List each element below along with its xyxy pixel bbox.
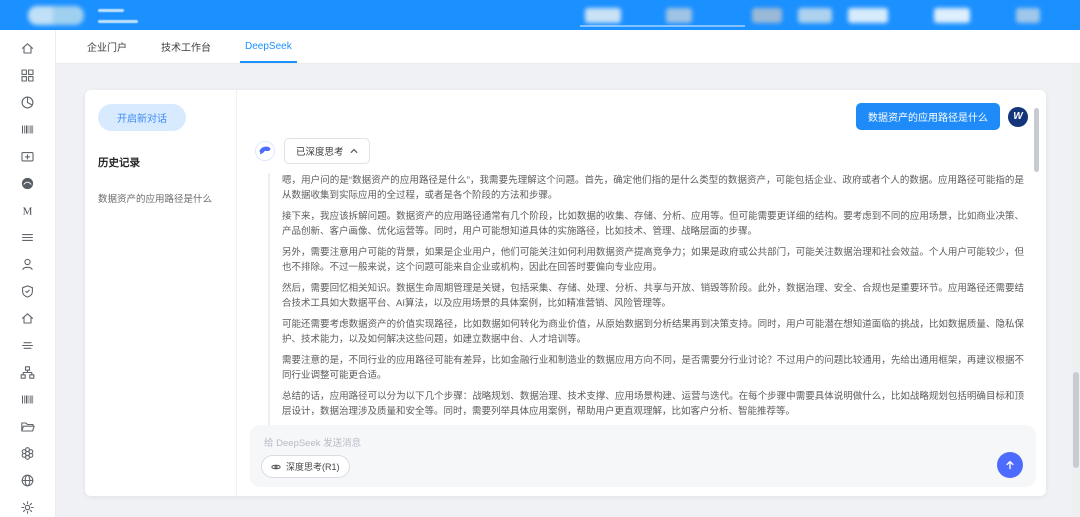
thought-toggle-button[interactable]: 已深度思考 bbox=[284, 138, 370, 164]
user-message-row: 数据资产的应用路径是什么 W bbox=[255, 103, 1028, 130]
dark-globe-icon[interactable] bbox=[20, 176, 35, 191]
folder-open-icon[interactable] bbox=[20, 419, 35, 434]
globe-icon[interactable] bbox=[20, 473, 35, 488]
shield-icon[interactable] bbox=[20, 284, 35, 299]
thought-toggle-label: 已深度思考 bbox=[296, 144, 344, 158]
thinking-paragraph: 接下来，我应该拆解问题。数据资产的应用路径通常有几个阶段，比如数据的收集、存储、… bbox=[282, 209, 1024, 239]
thinking-paragraph: 另外，需要注意用户可能的背景，如果是企业用户，他们可能关注如何利用数据资产提高竞… bbox=[282, 245, 1024, 275]
user-avatar-logo: W bbox=[1013, 111, 1022, 122]
chat-scrollbar-thumb[interactable] bbox=[1034, 108, 1039, 172]
svg-text:M: M bbox=[23, 206, 33, 218]
deepseek-chat-card: 开启新对话 历史记录 数据资产的应用路径是什么 数据资产的应用路径是什么 W 已… bbox=[85, 90, 1046, 496]
send-button[interactable] bbox=[997, 452, 1023, 478]
top-header-bar bbox=[0, 0, 1080, 30]
pie-chart-icon[interactable] bbox=[20, 95, 35, 110]
assistant-row: 已深度思考 bbox=[255, 138, 1028, 164]
list-icon[interactable] bbox=[20, 230, 35, 245]
header-nav-underline bbox=[580, 25, 745, 27]
page-scrollbar-thumb[interactable] bbox=[1073, 372, 1079, 468]
assistant-avatar bbox=[255, 141, 275, 161]
deepseek-whale-icon bbox=[258, 144, 272, 158]
thinking-paragraph: 需要注意的是，不同行业的应用路径可能有差异，比如金融行业和制造业的数据应用方向不… bbox=[282, 353, 1024, 383]
thinking-content: 嗯，用户问的是“数据资产的应用路径是什么”，我需要先理解这个问题。首先，确定他们… bbox=[268, 173, 1024, 429]
header-nav-item-blurred[interactable] bbox=[848, 8, 888, 23]
send-arrow-icon bbox=[1004, 459, 1016, 471]
app-logo bbox=[28, 6, 84, 25]
portal-tab[interactable]: 企业门户 bbox=[70, 30, 144, 63]
deep-think-label: 深度思考(R1) bbox=[286, 460, 340, 473]
thinking-paragraph: 嗯，用户问的是“数据资产的应用路径是什么”，我需要先理解这个问题。首先，确定他们… bbox=[282, 173, 1024, 203]
main-content: 开启新对话 历史记录 数据资产的应用路径是什么 数据资产的应用路径是什么 W 已… bbox=[56, 64, 1080, 517]
portal-tab[interactable]: 技术工作台 bbox=[144, 30, 228, 63]
flower-icon[interactable] bbox=[20, 446, 35, 461]
tab-label: DeepSeek bbox=[245, 41, 292, 52]
gear-icon[interactable] bbox=[20, 500, 35, 515]
portal-tab[interactable]: DeepSeek bbox=[228, 30, 309, 63]
video-add-icon[interactable] bbox=[20, 149, 35, 164]
new-chat-button[interactable]: 开启新对话 bbox=[98, 104, 186, 131]
thinking-paragraph: 可能还需要考虑数据资产的价值实现路径，比如数据如何转化为商业价值，从原始数据到分… bbox=[282, 317, 1024, 347]
letter-m-icon[interactable]: M bbox=[20, 203, 35, 218]
header-nav-item-blurred[interactable] bbox=[934, 8, 970, 23]
chat-history-panel: 开启新对话 历史记录 数据资产的应用路径是什么 bbox=[85, 90, 237, 496]
left-icon-sidebar: M bbox=[0, 30, 56, 517]
history-title: 历史记录 bbox=[98, 155, 223, 170]
user-icon[interactable] bbox=[20, 257, 35, 272]
barcode-icon[interactable] bbox=[20, 122, 35, 137]
barcode-alt-icon[interactable] bbox=[20, 392, 35, 407]
deep-think-toggle[interactable]: 深度思考(R1) bbox=[261, 455, 350, 478]
history-item[interactable]: 数据资产的应用路径是什么 bbox=[98, 191, 223, 205]
thinking-paragraph: 总结的话，应用路径可以分为以下几个步骤：战略规划、数据治理、技术支撑、应用场景构… bbox=[282, 389, 1024, 419]
header-nav-item-blurred[interactable] bbox=[585, 8, 621, 23]
chevron-up-icon bbox=[350, 147, 358, 155]
message-input-box[interactable]: 给 DeepSeek 发送消息 深度思考(R1) bbox=[250, 425, 1036, 487]
home-alt-icon[interactable] bbox=[20, 311, 35, 326]
layers-icon[interactable] bbox=[20, 338, 35, 353]
deep-think-icon bbox=[271, 462, 281, 472]
header-nav-item-blurred[interactable] bbox=[666, 8, 692, 23]
thinking-paragraph: 然后，需要回忆相关知识。数据生命周期管理是关键，包括采集、存储、处理、分析、共享… bbox=[282, 281, 1024, 311]
sitemap-icon[interactable] bbox=[20, 365, 35, 380]
tab-label: 企业门户 bbox=[87, 39, 127, 54]
header-nav-item-blurred[interactable] bbox=[1016, 8, 1040, 23]
user-message-bubble: 数据资产的应用路径是什么 bbox=[856, 103, 1000, 130]
user-avatar: W bbox=[1008, 107, 1028, 127]
header-nav-item-blurred[interactable] bbox=[798, 8, 832, 23]
header-nav-item-blurred[interactable] bbox=[752, 8, 782, 23]
home-icon[interactable] bbox=[20, 41, 35, 56]
message-input-placeholder: 给 DeepSeek 发送消息 bbox=[264, 435, 361, 449]
modules-icon[interactable] bbox=[20, 68, 35, 83]
tab-label: 技术工作台 bbox=[161, 39, 211, 54]
portal-tab-bar: 企业门户 技术工作台 DeepSeek bbox=[56, 30, 1080, 64]
